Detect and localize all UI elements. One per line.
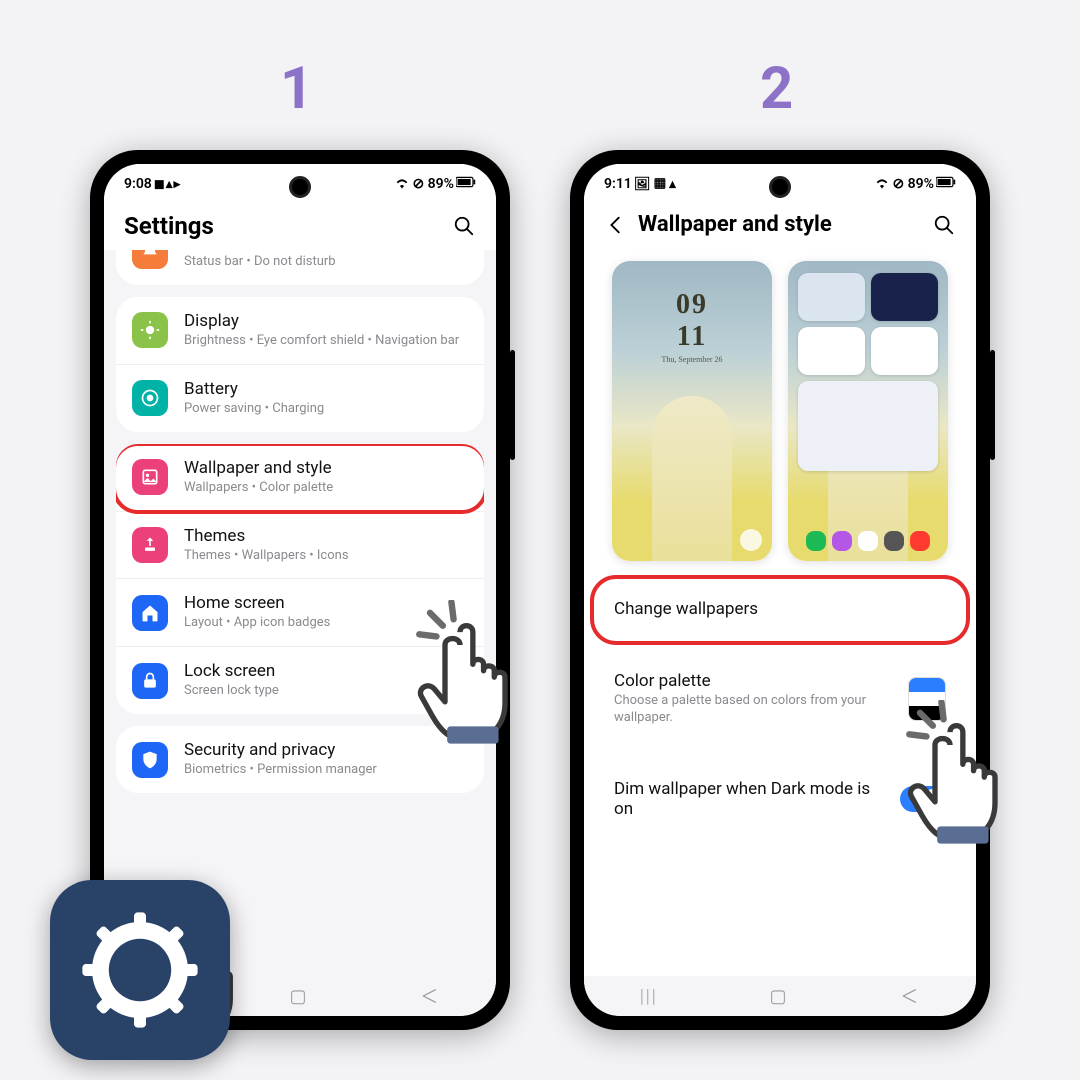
battery-icon xyxy=(456,176,476,192)
row-change-wallpapers[interactable]: Change wallpapers xyxy=(596,579,964,639)
row-title: Notifications xyxy=(184,250,468,252)
nav-home-icon[interactable]: ▢ xyxy=(769,986,788,1007)
lock-clock: 09 11 Thu, September 26 xyxy=(612,289,772,364)
settings-header: Settings xyxy=(104,198,496,250)
search-icon[interactable] xyxy=(452,214,476,238)
battery-icon xyxy=(936,176,956,192)
status-time: 9:11 xyxy=(604,176,632,192)
row-title: Change wallpapers xyxy=(614,599,946,619)
row-color-palette[interactable]: Color palette Choose a palette based on … xyxy=(596,651,964,747)
status-left-icons: 🖼 ◼ ▴ xyxy=(634,177,675,192)
status-bar: 9:11 🖼 ◼ ▴ ⊘ 89% xyxy=(584,164,976,198)
wallpaper-icon xyxy=(132,459,168,495)
wifi-icon xyxy=(874,175,890,193)
security-icon xyxy=(132,742,168,778)
status-bar: 9:08 ◼ ▴ ▸ ⊘ 89% xyxy=(104,164,496,198)
row-title: Color palette xyxy=(614,671,894,691)
nav-recent-icon[interactable]: ||| xyxy=(640,986,658,1007)
nav-back-icon[interactable]: ＜ xyxy=(420,983,440,1009)
row-sub: Biometrics • Permission manager xyxy=(184,762,468,779)
wallpaper-previews: 09 11 Thu, September 26 xyxy=(596,247,964,579)
row-security-privacy[interactable]: Security and privacy Biometrics • Permis… xyxy=(116,726,484,793)
row-sub: Choose a palette based on colors from yo… xyxy=(614,693,894,727)
status-left-icons: ◼ ▴ ▸ xyxy=(154,177,179,192)
row-title: Security and privacy xyxy=(184,740,468,760)
row-sub: Brightness • Eye comfort shield • Naviga… xyxy=(184,333,468,350)
lock-icon xyxy=(132,663,168,699)
wallpaper-content[interactable]: 09 11 Thu, September 26 xyxy=(584,247,976,976)
themes-icon xyxy=(132,527,168,563)
search-icon[interactable] xyxy=(932,213,956,237)
notifications-icon xyxy=(132,250,168,269)
wifi-icon xyxy=(394,175,410,193)
back-icon[interactable] xyxy=(604,213,628,237)
home-widgets xyxy=(798,273,938,471)
row-wallpaper-style[interactable]: Wallpaper and style Wallpapers • Color p… xyxy=(116,444,484,511)
row-sub: Wallpapers • Color palette xyxy=(184,480,468,497)
step-number-2: 2 xyxy=(760,55,793,123)
row-dim-wallpaper[interactable]: Dim wallpaper when Dark mode is on xyxy=(596,759,964,839)
row-title: Display xyxy=(184,311,468,331)
camera-shortcut-icon xyxy=(740,529,762,551)
nav-back-icon[interactable]: ＜ xyxy=(900,983,920,1009)
page-title: Wallpaper and style xyxy=(638,212,922,237)
palette-swatch-icon xyxy=(908,677,946,721)
dim-toggle[interactable] xyxy=(900,786,946,812)
row-title: Battery xyxy=(184,379,468,399)
phone-frame-2: 9:11 🖼 ◼ ▴ ⊘ 89% Wallpaper and style xyxy=(570,150,990,1030)
row-title: Themes xyxy=(184,526,468,546)
home-icon xyxy=(132,595,168,631)
row-sub: Power saving • Charging xyxy=(184,401,468,418)
status-right: ⊘ 89% xyxy=(412,176,454,192)
battery-icon xyxy=(132,380,168,416)
display-icon xyxy=(132,312,168,348)
row-sub: Status bar • Do not disturb xyxy=(184,254,468,271)
wallpaper-header: Wallpaper and style xyxy=(584,198,976,247)
status-time: 9:08 xyxy=(124,176,152,192)
row-notifications[interactable]: Notifications Status bar • Do not distur… xyxy=(116,250,484,285)
settings-app-icon[interactable] xyxy=(50,880,230,1060)
status-right: ⊘ 89% xyxy=(892,176,934,192)
row-title: Wallpaper and style xyxy=(184,458,468,478)
nav-bar[interactable]: ||| ▢ ＜ xyxy=(584,976,976,1016)
row-home-screen[interactable]: Home screen Layout • App icon badges xyxy=(116,578,484,646)
page-title: Settings xyxy=(124,212,442,240)
row-sub: Screen lock type xyxy=(184,683,468,700)
row-sub: Layout • App icon badges xyxy=(184,615,468,632)
row-sub: Themes • Wallpapers • Icons xyxy=(184,548,468,565)
home-dock xyxy=(788,531,948,551)
settings-list[interactable]: Notifications Status bar • Do not distur… xyxy=(104,250,496,976)
preview-home-screen[interactable] xyxy=(788,261,948,561)
screen-2: 9:11 🖼 ◼ ▴ ⊘ 89% Wallpaper and style xyxy=(584,164,976,1016)
row-display[interactable]: Display Brightness • Eye comfort shield … xyxy=(116,297,484,364)
row-themes[interactable]: Themes Themes • Wallpapers • Icons xyxy=(116,511,484,579)
row-battery[interactable]: Battery Power saving • Charging xyxy=(116,364,484,432)
row-title: Dim wallpaper when Dark mode is on xyxy=(614,779,886,819)
row-title: Home screen xyxy=(184,593,468,613)
row-lock-screen[interactable]: Lock screen Screen lock type xyxy=(116,646,484,714)
step-number-1: 1 xyxy=(280,55,313,123)
preview-lock-screen[interactable]: 09 11 Thu, September 26 xyxy=(612,261,772,561)
nav-home-icon[interactable]: ▢ xyxy=(289,986,308,1007)
row-title: Lock screen xyxy=(184,661,468,681)
